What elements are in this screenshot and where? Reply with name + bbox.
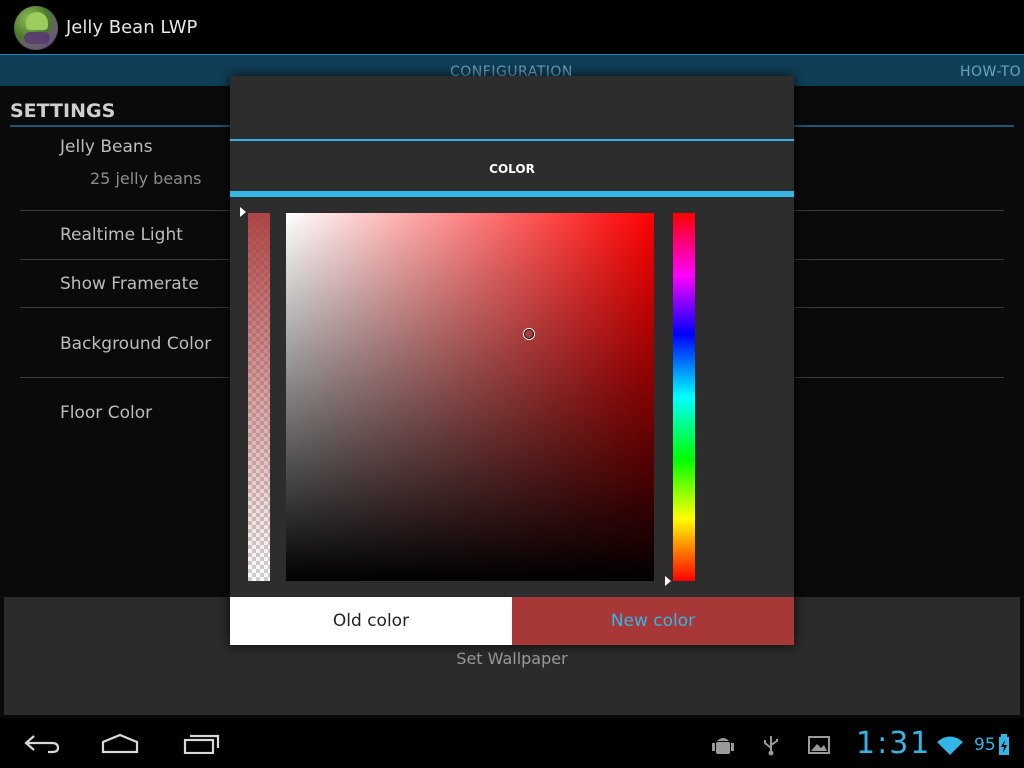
dialog-tab-color[interactable]: COLOR <box>230 162 794 176</box>
pref-floor-color[interactable]: Floor Color <box>60 403 152 423</box>
battery-level: 95 <box>974 735 996 755</box>
tab-how-to[interactable]: HOW-TO <box>960 64 1021 80</box>
android-debug-icon <box>712 738 734 754</box>
pref-realtime-light[interactable]: Realtime Light <box>60 225 183 245</box>
action-bar: Jelly Bean LWP <box>0 0 1024 54</box>
hue-slider[interactable] <box>673 213 695 581</box>
pref-jelly-beans-summary: 25 jelly beans <box>90 169 202 188</box>
alpha-slider-pointer[interactable] <box>240 207 246 217</box>
system-bar: 1:31 95 <box>0 718 1024 768</box>
pref-background-color[interactable]: Background Color <box>60 334 211 354</box>
new-color-button[interactable]: New color <box>512 597 794 645</box>
color-picker-dialog: COLOR Old color New color <box>230 76 794 645</box>
recent-apps-icon[interactable] <box>182 732 222 754</box>
set-wallpaper-button[interactable]: Set Wallpaper <box>4 649 1020 668</box>
battery-charging-icon <box>999 734 1009 755</box>
hue-slider-pointer[interactable] <box>665 576 671 586</box>
dialog-title-divider <box>230 139 794 141</box>
dialog-tab-indicator <box>230 191 794 197</box>
color-picker-cursor[interactable] <box>524 329 534 339</box>
wifi-icon <box>937 736 963 755</box>
pref-jelly-beans[interactable]: Jelly Beans <box>60 137 153 157</box>
saturation-value-picker[interactable] <box>286 213 654 581</box>
app-icon[interactable] <box>14 6 58 50</box>
back-icon[interactable] <box>22 732 62 754</box>
usb-icon <box>764 736 778 756</box>
image-notification-icon <box>808 736 830 754</box>
old-color-button[interactable]: Old color <box>230 597 512 645</box>
clock: 1:31 <box>856 726 932 761</box>
app-title: Jelly Bean LWP <box>66 17 198 38</box>
settings-header: SETTINGS <box>10 100 116 122</box>
home-icon[interactable] <box>100 732 140 754</box>
pref-show-framerate[interactable]: Show Framerate <box>60 274 199 294</box>
alpha-slider[interactable] <box>248 213 270 581</box>
